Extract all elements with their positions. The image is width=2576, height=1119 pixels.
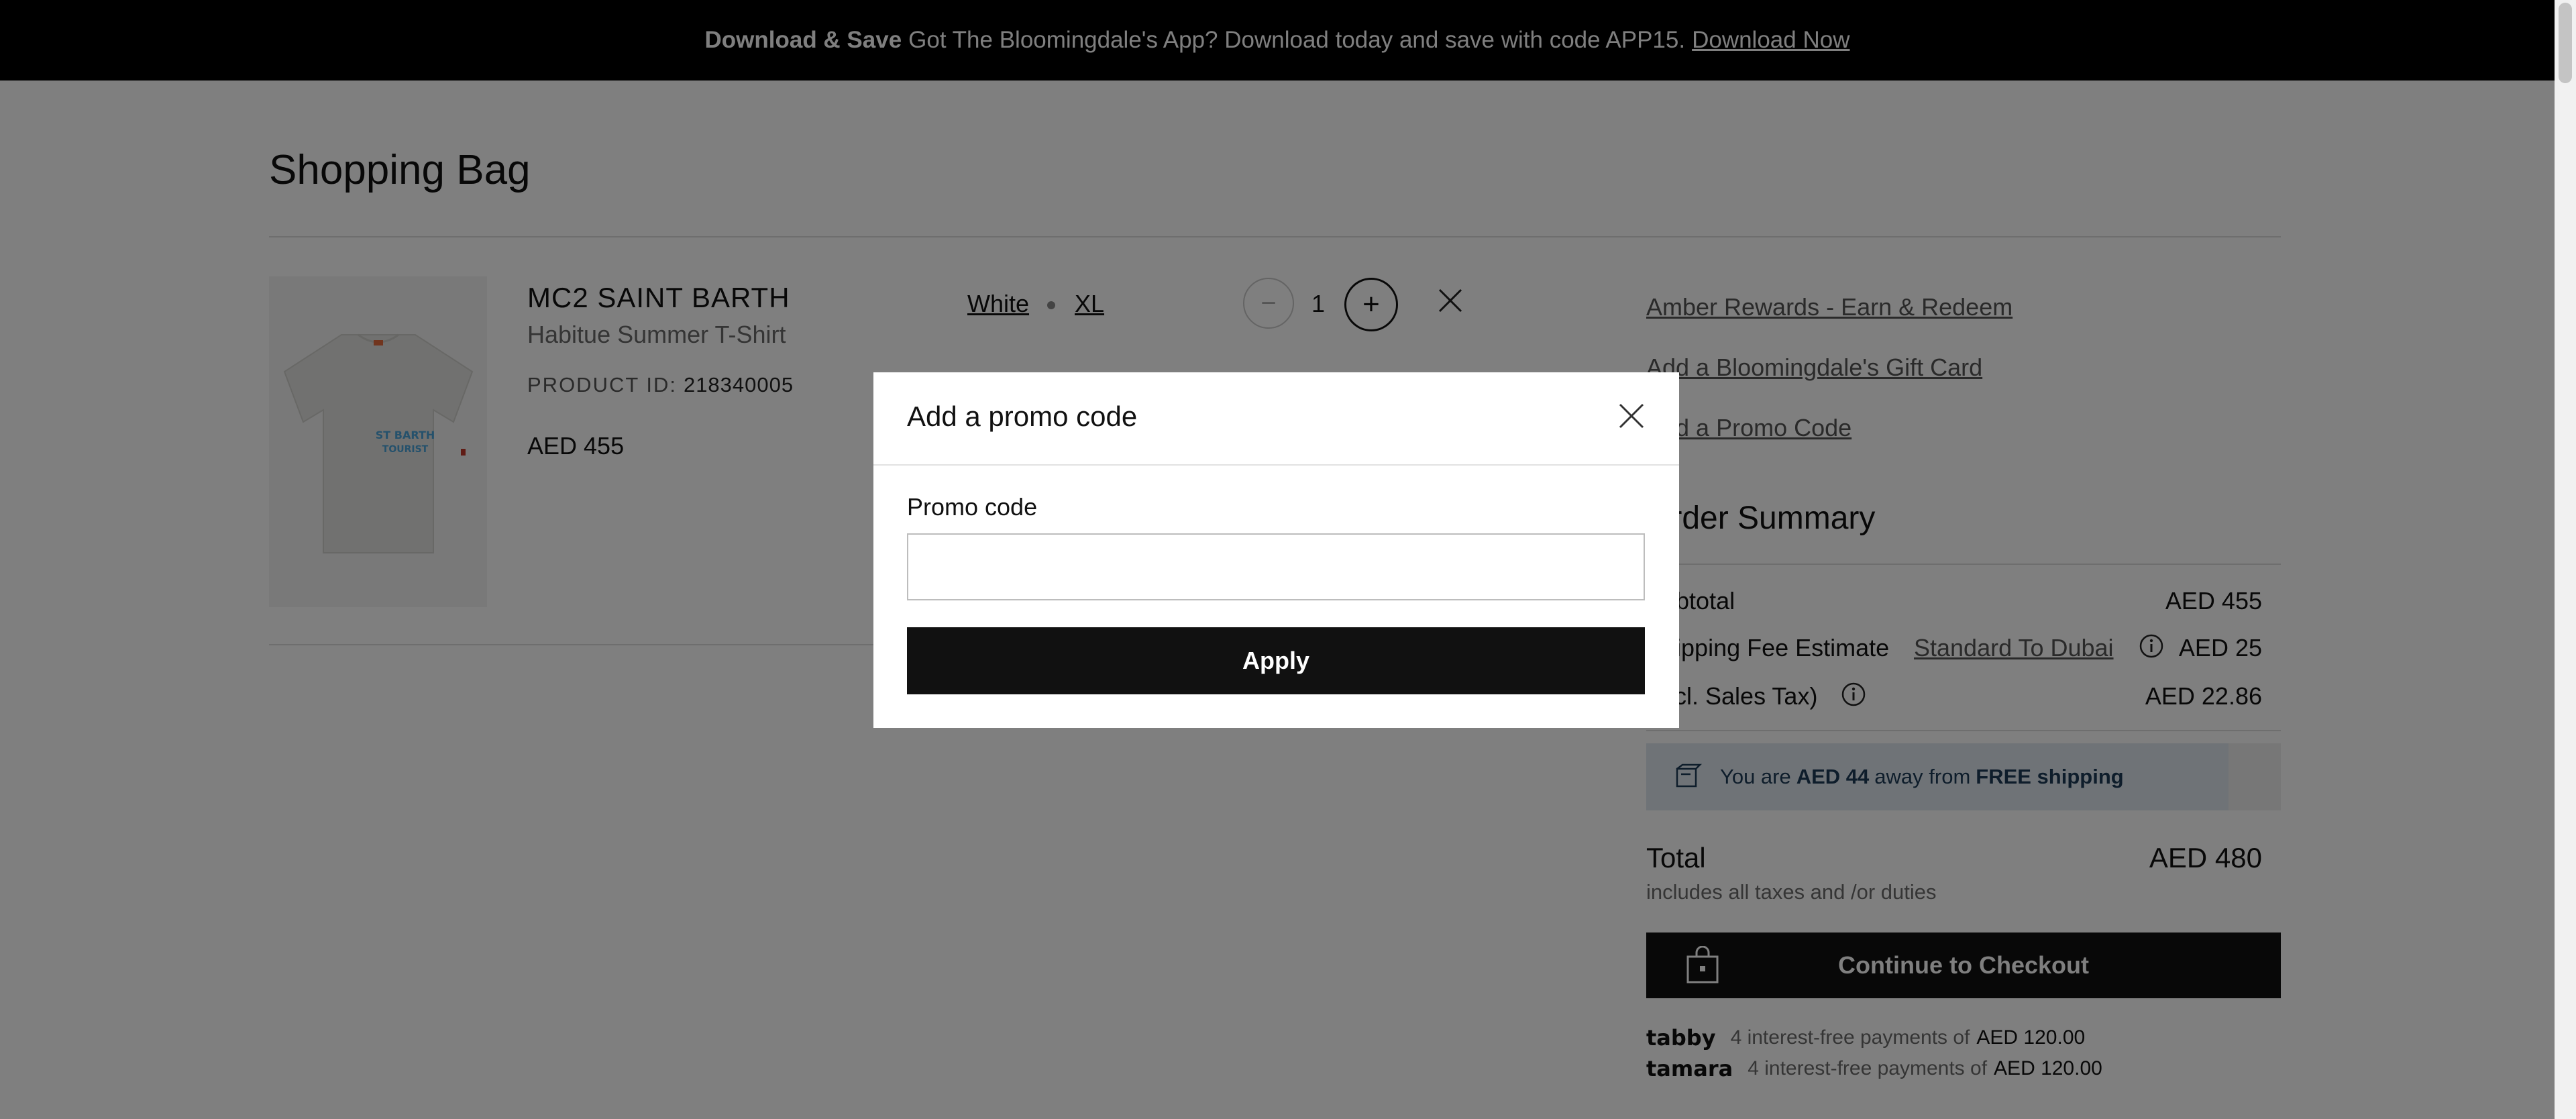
scrollbar[interactable]: [2555, 0, 2576, 1119]
apply-button[interactable]: Apply: [907, 627, 1645, 694]
divider: [873, 464, 1679, 466]
promo-code-input[interactable]: [907, 533, 1645, 600]
promo-code-modal: Add a promo code Promo code Apply: [873, 372, 1679, 728]
promo-code-label: Promo code: [907, 493, 1038, 521]
modal-title: Add a promo code: [907, 401, 1138, 432]
close-icon[interactable]: [1616, 401, 1647, 431]
scrollbar-thumb[interactable]: [2559, 3, 2572, 83]
page: Download & Save Got The Bloomingdale's A…: [0, 0, 2555, 1119]
